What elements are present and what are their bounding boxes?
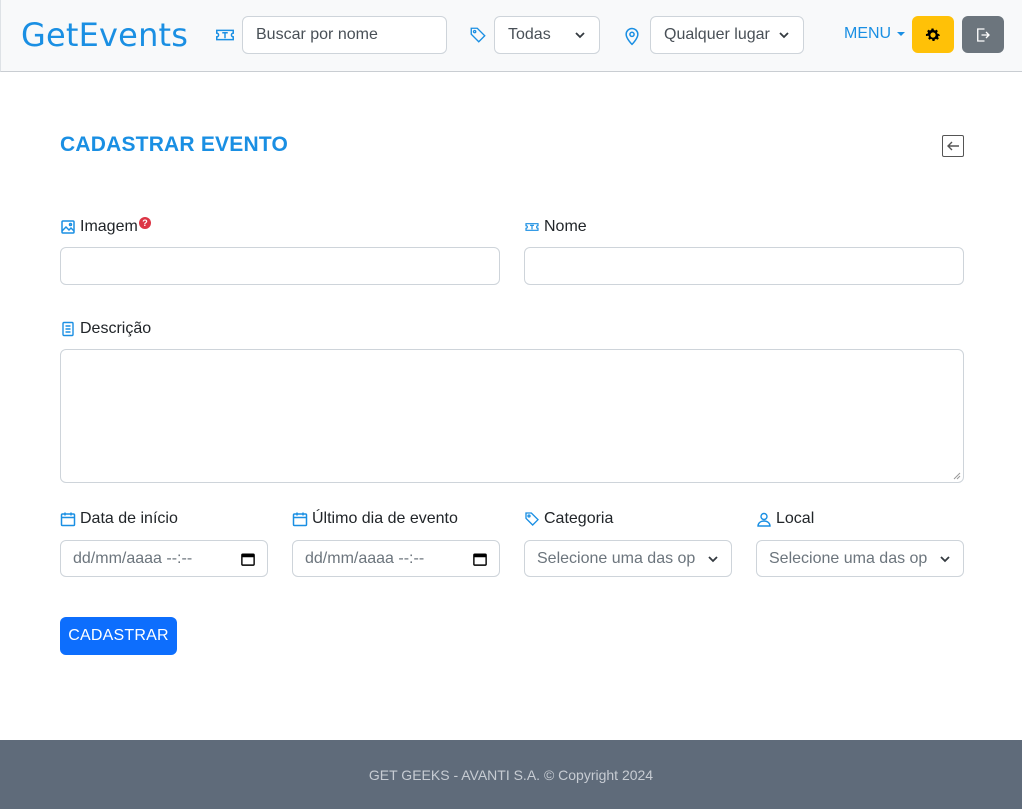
start-date-placeholder: dd/mm/aaaa --:-- [73, 549, 193, 567]
brand-logo[interactable]: GetEvents [21, 16, 188, 54]
category-filter-select[interactable]: Todas [494, 16, 600, 54]
location-filter-select[interactable]: Qualquer lugar [650, 16, 804, 54]
menu-dropdown[interactable]: MENU [844, 25, 906, 43]
calendar-icon [292, 512, 308, 527]
image-input[interactable] [60, 247, 500, 285]
help-icon[interactable]: ? [139, 217, 151, 229]
back-button[interactable] [942, 135, 964, 157]
location-field-label: Local [756, 510, 814, 528]
image-icon [61, 220, 75, 234]
tag-icon [470, 27, 486, 43]
ticket-icon [525, 223, 539, 231]
category-select[interactable]: Selecione uma das opções [524, 540, 732, 577]
calendar-picker-icon[interactable] [241, 552, 255, 566]
gear-icon [925, 27, 941, 41]
description-field-label: Descrição [60, 320, 151, 338]
ticket-icon [216, 29, 234, 41]
search-input[interactable]: Buscar por nome [242, 16, 447, 54]
submit-button[interactable]: CADASTRAR [60, 617, 177, 655]
description-textarea[interactable] [60, 349, 964, 483]
chevron-down-icon [575, 32, 585, 39]
navbar: GetEvents Buscar por nome Todas Qualquer… [0, 0, 1022, 72]
search-placeholder: Buscar por nome [256, 26, 378, 43]
description-label-text: Descrição [80, 320, 152, 337]
image-field-label: Imagem [60, 218, 138, 236]
page-title: CADASTRAR EVENTO [60, 133, 288, 156]
calendar-icon [60, 512, 76, 527]
category-field-label: Categoria [524, 510, 613, 528]
menu-label: MENU [844, 25, 892, 42]
start-date-input[interactable]: dd/mm/aaaa --:-- [60, 540, 268, 577]
location-select[interactable]: Selecione uma das opções [756, 540, 964, 577]
resize-grip-icon[interactable] [953, 472, 961, 480]
calendar-picker-icon[interactable] [473, 552, 487, 566]
footer-text: GET GEEKS - AVANTI S.A. © Copyright 2024 [368, 766, 654, 783]
caret-down-icon [897, 32, 906, 36]
name-field-label: Nome [524, 218, 587, 236]
chevron-down-icon [779, 32, 789, 39]
map-pin-icon [625, 27, 639, 46]
end-date-field-label: Último dia de evento [292, 510, 458, 528]
category-filter-value: Todas [508, 26, 551, 43]
location-placeholder: Selecione uma das opções [769, 549, 927, 567]
document-icon [62, 321, 74, 337]
name-label-text: Nome [544, 218, 587, 235]
logout-button[interactable] [962, 16, 1004, 53]
footer: GET GEEKS - AVANTI S.A. © Copyright 2024 [0, 740, 1022, 809]
user-icon [757, 512, 771, 527]
location-label-text: Local [776, 510, 815, 527]
start-date-label-text: Data de início [80, 510, 178, 527]
image-label-text: Imagem [80, 218, 138, 235]
chevron-down-icon [940, 555, 950, 562]
end-date-label-text: Último dia de evento [312, 510, 458, 527]
category-label-text: Categoria [544, 510, 614, 527]
end-date-input[interactable]: dd/mm/aaaa --:-- [292, 540, 500, 577]
category-placeholder: Selecione uma das opções [537, 549, 695, 567]
arrow-left-icon [947, 141, 959, 151]
tag-icon [525, 512, 539, 526]
chevron-down-icon [708, 555, 718, 562]
logout-icon [977, 27, 990, 42]
start-date-field-label: Data de início [60, 510, 178, 528]
location-filter-value: Qualquer lugar [664, 26, 770, 43]
end-date-placeholder: dd/mm/aaaa --:-- [305, 549, 425, 567]
settings-button[interactable] [912, 16, 954, 53]
name-input[interactable] [524, 247, 964, 285]
